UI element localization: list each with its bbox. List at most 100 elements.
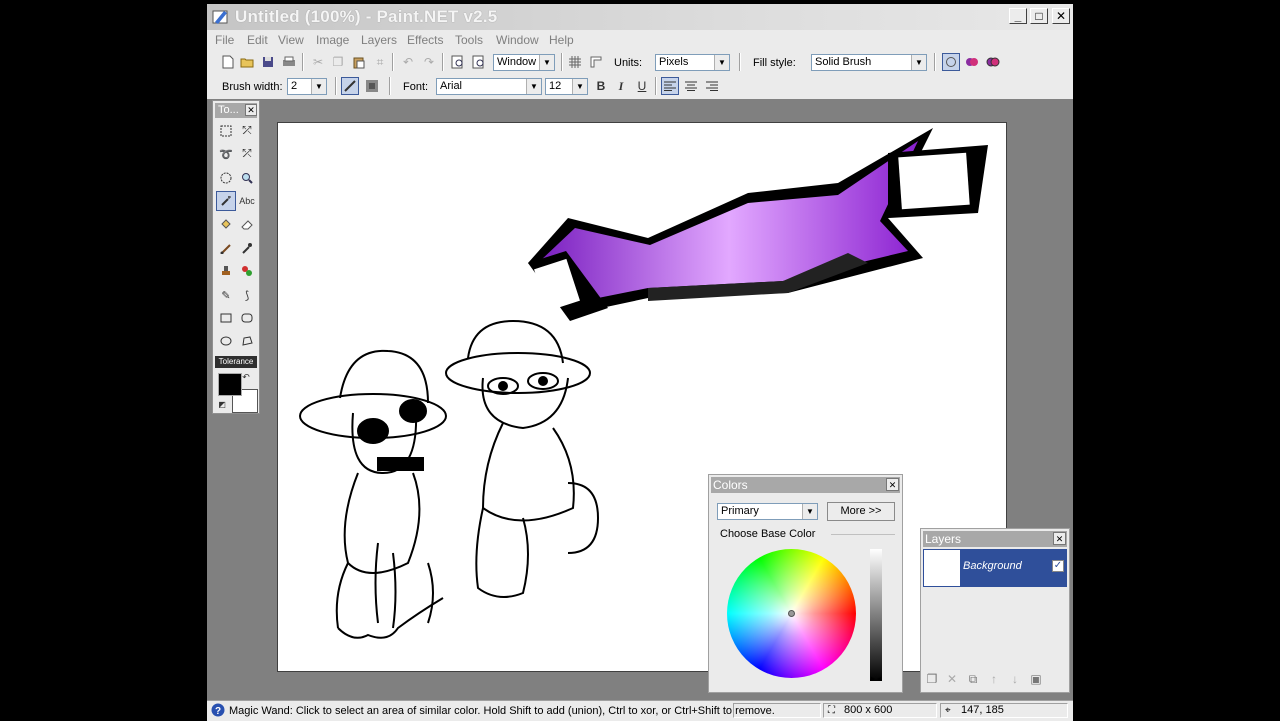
cursor-position-icon: ⌖ [945, 705, 951, 716]
tools-close-button[interactable]: ✕ [245, 104, 257, 116]
alpha-blending-icon[interactable] [363, 77, 381, 95]
move-layer-down-icon[interactable]: ↓ [1006, 670, 1024, 688]
antialiasing-on-icon[interactable] [341, 77, 359, 95]
close-button[interactable]: ✕ [1052, 8, 1070, 24]
color-picker-tool-icon[interactable] [237, 238, 257, 258]
swap-colors-icon[interactable]: ↶ [240, 371, 252, 383]
menu-tools[interactable]: Tools [455, 33, 483, 47]
undo-icon[interactable]: ↶ [399, 53, 417, 71]
font-size-select[interactable]: 12 ▼ [545, 78, 588, 95]
rulers-icon[interactable] [587, 53, 605, 71]
ellipse-tool-icon[interactable] [216, 331, 236, 351]
status-message: Magic Wand: Click to select an area of s… [229, 705, 775, 717]
delete-layer-icon[interactable]: ✕ [943, 670, 961, 688]
font-select[interactable]: Arial ▼ [436, 78, 542, 95]
colors-panel-title[interactable]: Colors [711, 477, 900, 493]
pencil-tool-icon[interactable]: ✎ [216, 285, 236, 305]
ellipse-select-tool-icon[interactable] [216, 168, 236, 188]
rectangle-select-tool-icon[interactable] [216, 121, 236, 141]
crop-to-selection-icon[interactable]: ⌗ [371, 53, 389, 71]
new-file-icon[interactable] [219, 53, 237, 71]
align-left-icon[interactable] [661, 77, 679, 95]
menu-image[interactable]: Image [316, 33, 349, 47]
rectangle-tool-icon[interactable] [216, 308, 236, 328]
copy-icon[interactable]: ❐ [329, 53, 347, 71]
reset-colors-icon[interactable]: ◩ [216, 398, 228, 410]
italic-button[interactable]: I [612, 77, 630, 95]
recolor-tool-icon[interactable] [237, 261, 257, 281]
menu-layers[interactable]: Layers [361, 33, 397, 47]
menu-window[interactable]: Window [496, 33, 539, 47]
zoom-out-icon[interactable] [470, 53, 488, 71]
align-right-icon[interactable] [703, 77, 721, 95]
magic-wand-tool-icon[interactable] [216, 191, 236, 211]
open-folder-icon[interactable] [238, 53, 256, 71]
units-label: Units: [614, 57, 643, 69]
separator [389, 77, 391, 95]
text-tool-icon[interactable]: Abc [237, 191, 257, 211]
color-target-select[interactable]: Primary ▼ [717, 503, 818, 520]
print-icon[interactable] [280, 53, 298, 71]
fill-style-select[interactable]: Solid Brush ▼ [811, 54, 927, 71]
brightness-slider-handle-icon[interactable]: ▸ ◂ [864, 675, 888, 683]
zoom-select[interactable]: Window ▼ [493, 54, 555, 71]
layer-properties-icon[interactable]: ▣ [1027, 670, 1045, 688]
layer-visibility-checkbox[interactable]: ✓ [1052, 560, 1064, 572]
chevron-down-icon: ▼ [526, 79, 541, 94]
move-selected-tool-icon[interactable]: ⤱ [237, 144, 257, 164]
brightness-slider[interactable] [870, 549, 882, 681]
maximize-button[interactable]: □ [1030, 8, 1048, 24]
redo-icon[interactable]: ↷ [420, 53, 438, 71]
duplicate-layer-icon[interactable]: ⧉ [964, 670, 982, 688]
lasso-select-tool-icon[interactable]: ➰ [216, 144, 236, 164]
colors-close-button[interactable]: ✕ [886, 478, 899, 491]
draw-filled-outline-icon[interactable] [984, 53, 1002, 71]
color-wheel-cursor[interactable] [788, 610, 795, 617]
window-title: Untitled (100%) - Paint.NET v2.5 [235, 7, 498, 26]
chevron-down-icon: ▼ [539, 55, 554, 70]
minimize-button[interactable]: _ [1009, 8, 1027, 24]
cut-icon[interactable]: ✂ [309, 53, 327, 71]
grid-icon[interactable] [566, 53, 584, 71]
tools-window: To... ✕ ⤱ ➰ ⤱ Abc ✎ ⟆ Tolerance ↶ ◩ [212, 100, 260, 414]
chevron-down-icon: ▼ [714, 55, 729, 70]
freeform-shape-tool-icon[interactable] [237, 331, 257, 351]
menu-file[interactable]: File [215, 33, 234, 47]
chevron-down-icon: ▼ [572, 79, 587, 94]
zoom-tool-icon[interactable] [237, 168, 257, 188]
draw-shape-outline-icon[interactable] [942, 53, 960, 71]
primary-color-swatch[interactable] [218, 373, 242, 396]
zoom-in-icon[interactable] [449, 53, 467, 71]
paintbrush-tool-icon[interactable] [216, 238, 236, 258]
cursor-position-cell: ⌖ 147, 185 [940, 703, 1068, 718]
bold-button[interactable]: B [592, 77, 610, 95]
save-icon[interactable] [259, 53, 277, 71]
menu-effects[interactable]: Effects [407, 33, 443, 47]
fill-style-value: Solid Brush [815, 56, 872, 68]
menu-help[interactable]: Help [549, 33, 574, 47]
layers-close-button[interactable]: ✕ [1053, 532, 1066, 545]
menu-edit[interactable]: Edit [247, 33, 268, 47]
chevron-down-icon: ▼ [311, 79, 326, 94]
move-selection-tool-icon[interactable]: ⤱ [237, 121, 257, 141]
layer-item-background[interactable]: Background ✓ [923, 549, 1067, 587]
eraser-tool-icon[interactable] [237, 214, 257, 234]
units-select[interactable]: Pixels ▼ [655, 54, 730, 71]
add-layer-icon[interactable]: ❐ [923, 670, 941, 688]
brush-width-select[interactable]: 2 ▼ [287, 78, 327, 95]
paste-icon[interactable] [350, 53, 368, 71]
draw-filled-shape-icon[interactable] [963, 53, 981, 71]
title-bar[interactable]: Untitled (100%) - Paint.NET v2.5 _ □ ✕ [207, 4, 1073, 30]
move-layer-up-icon[interactable]: ↑ [985, 670, 1003, 688]
layers-panel-title[interactable]: Layers [923, 531, 1067, 547]
align-center-icon[interactable] [682, 77, 700, 95]
clone-stamp-tool-icon[interactable] [216, 261, 236, 281]
more-colors-button[interactable]: More >> [827, 502, 895, 521]
line-curve-tool-icon[interactable]: ⟆ [237, 285, 257, 305]
menu-view[interactable]: View [278, 33, 304, 47]
brush-width-label: Brush width: [222, 81, 283, 93]
image-size-icon: ⛶ [828, 705, 835, 716]
underline-button[interactable]: U [633, 77, 651, 95]
rounded-rectangle-tool-icon[interactable] [237, 308, 257, 328]
paint-bucket-tool-icon[interactable] [216, 214, 236, 234]
